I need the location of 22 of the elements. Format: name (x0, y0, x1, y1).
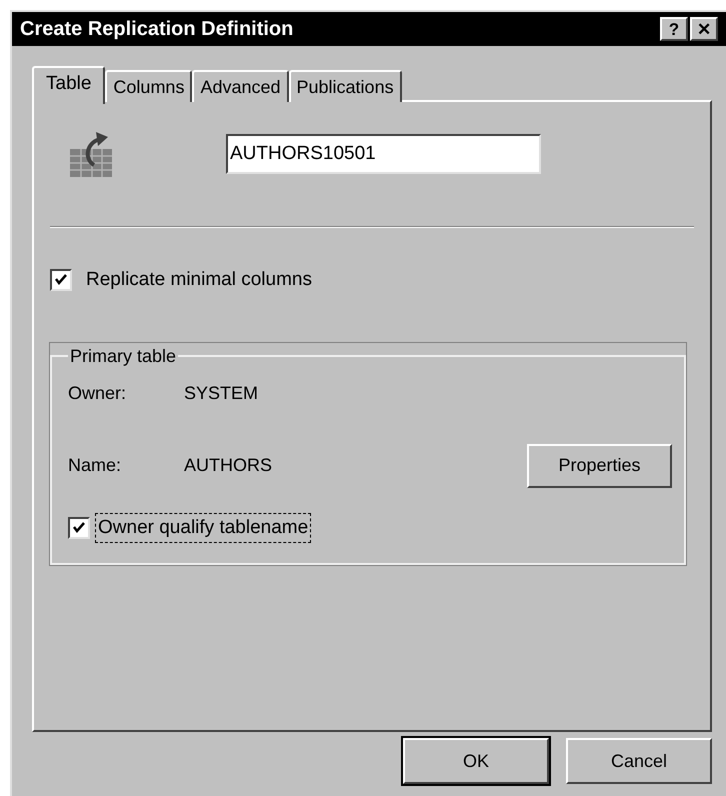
properties-button[interactable]: Properties (527, 444, 672, 488)
tab[interactable]: Publications (288, 70, 402, 102)
tab[interactable]: Columns (105, 70, 192, 102)
field-value: AUTHORS (184, 454, 272, 477)
close-button[interactable]: ✕ (690, 17, 718, 41)
group-label: Primary table (69, 344, 178, 368)
field-value: SYSTEM (184, 382, 258, 405)
dialog-button[interactable]: Cancel (566, 738, 712, 784)
dialog-button[interactable]: OK (403, 738, 549, 784)
checkbox-label[interactable]: Owner qualify tablename (96, 514, 310, 542)
field-label: Name: (68, 454, 122, 477)
field-label: Owner: (68, 382, 128, 405)
window-title: Create Replication Definition (20, 17, 294, 42)
help-button[interactable]: ? (660, 17, 688, 41)
checkmark-icon (72, 520, 86, 535)
checkmark-icon (54, 273, 68, 288)
tab[interactable]: Advanced (192, 70, 289, 102)
checkbox-label[interactable]: Replicate minimal columns (84, 266, 314, 294)
name-field[interactable]: AUTHORS10501 (226, 134, 541, 174)
checkbox[interactable] (68, 516, 90, 539)
checkbox[interactable] (50, 269, 72, 292)
tab[interactable]: Table (32, 66, 106, 104)
